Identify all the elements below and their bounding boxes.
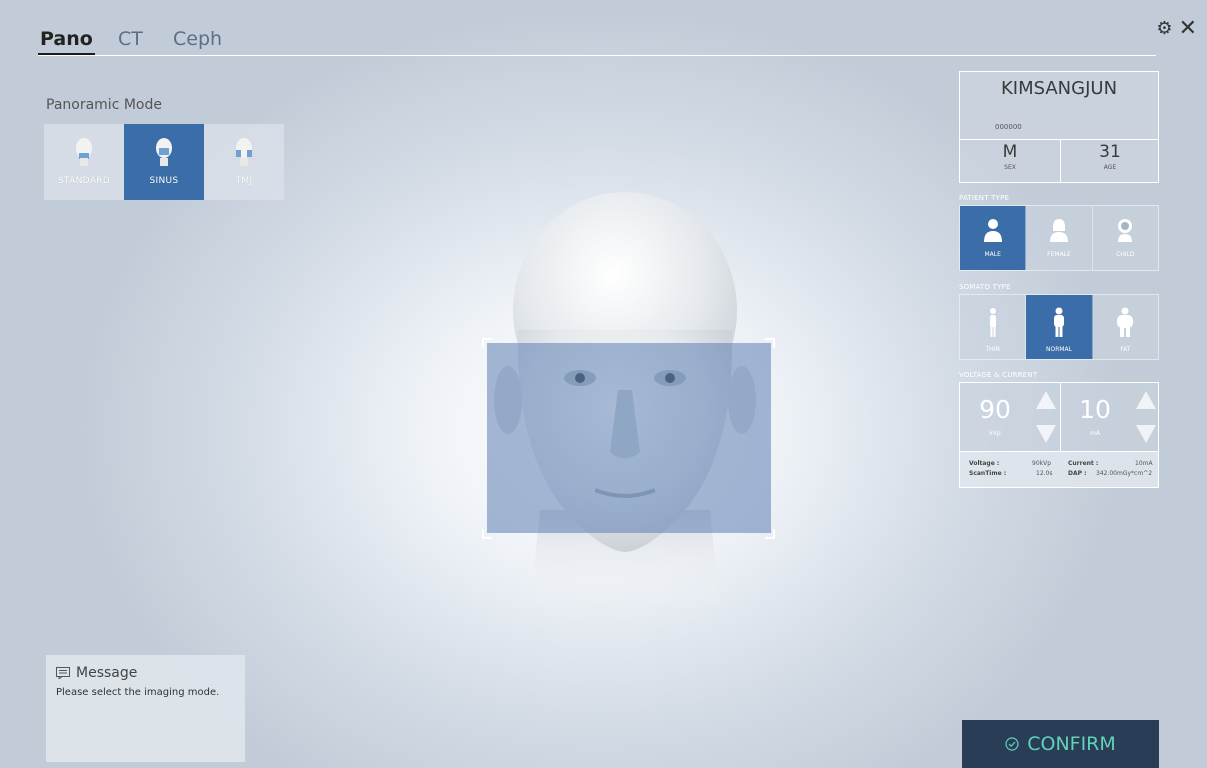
voltage-current-title: VOLTAGE & CURRENT bbox=[959, 371, 1038, 379]
ma-decrease-arrow-icon[interactable] bbox=[1136, 425, 1156, 443]
kvp-control: 90 kVp bbox=[960, 383, 1060, 451]
message-text: Please select the imaging mode. bbox=[56, 687, 220, 698]
tab-ct[interactable]: CT bbox=[118, 28, 143, 50]
dap-stat-label: DAP : bbox=[1068, 470, 1087, 477]
gear-icon[interactable]: ⚙ bbox=[1156, 18, 1172, 39]
patient-name: KIMSANGJUN bbox=[1000, 78, 1118, 99]
kvp-unit: kVp bbox=[989, 430, 1001, 437]
kvp-decrease-arrow-icon[interactable] bbox=[1036, 425, 1056, 443]
confirm-button[interactable]: CONFIRM bbox=[962, 720, 1159, 768]
exposure-stats: Voltage : 90kVp Current : 10mA ScanTime … bbox=[960, 451, 1158, 487]
somato-type-fat-button[interactable]: FAT bbox=[1093, 295, 1158, 359]
patient-type-male-label: MALE bbox=[984, 251, 1001, 258]
patient-type-child-label: CHILD bbox=[1116, 251, 1135, 258]
patient-info-card: KIMSANGJUN 000000 M SEX 31 AGE bbox=[959, 71, 1159, 183]
patient-type-male-button[interactable]: MALE bbox=[960, 206, 1027, 270]
mode-standard-button[interactable]: STANDARD bbox=[44, 124, 124, 200]
patient-sex-value: M bbox=[1002, 142, 1018, 162]
kvp-value: 90 bbox=[979, 395, 1011, 424]
panoramic-mode-selector: STANDARD SINUS TMJ bbox=[44, 124, 284, 200]
ma-value: 10 bbox=[1079, 395, 1111, 424]
normal-body-icon bbox=[1053, 307, 1064, 337]
message-panel: Message Please select the imaging mode. bbox=[46, 655, 245, 762]
scan-corner-top-left bbox=[482, 338, 492, 348]
male-icon bbox=[983, 219, 1002, 242]
patient-type-female-button[interactable]: FEMALE bbox=[1026, 206, 1093, 270]
somato-type-thin-button[interactable]: THIN bbox=[960, 295, 1027, 359]
close-icon[interactable]: ✕ bbox=[1179, 16, 1197, 41]
divider bbox=[960, 139, 1158, 140]
mode-tmj-button[interactable]: TMJ bbox=[204, 124, 284, 200]
patient-type-title: PATIENT TYPE bbox=[959, 194, 1010, 202]
voltage-current-panel: 90 kVp 10 mA Voltage : 90kVp Current : 1… bbox=[959, 382, 1159, 488]
scan-corner-bottom-right bbox=[765, 529, 775, 539]
scan-corner-top-right bbox=[765, 338, 775, 348]
message-icon bbox=[56, 667, 70, 679]
dap-stat-value: 342.00mGy*cm^2 bbox=[1096, 470, 1153, 477]
patient-id: 000000 bbox=[995, 123, 1022, 131]
mode-tmj-label: TMJ bbox=[235, 176, 253, 186]
patient-age: 31 AGE bbox=[1060, 142, 1160, 171]
message-title: Message bbox=[76, 665, 138, 681]
somato-type-selector: THIN NORMAL FAT bbox=[959, 294, 1159, 360]
current-stat-label: Current : bbox=[1068, 460, 1099, 467]
child-icon bbox=[1118, 219, 1133, 242]
patient-sex: M SEX bbox=[960, 142, 1060, 171]
patient-type-female-label: FEMALE bbox=[1047, 251, 1071, 258]
scan-corner-bottom-left bbox=[482, 529, 492, 539]
kvp-increase-arrow-icon[interactable] bbox=[1036, 391, 1056, 409]
voltage-stat-value: 90kVp bbox=[1032, 460, 1052, 467]
current-stat-value: 10mA bbox=[1135, 460, 1153, 467]
somato-type-title: SOMATO TYPE bbox=[959, 283, 1011, 291]
head-sinus-icon bbox=[156, 138, 172, 166]
patient-age-value: 31 bbox=[1099, 142, 1121, 162]
somato-type-thin-label: THIN bbox=[985, 346, 1000, 353]
ma-unit: mA bbox=[1090, 430, 1100, 437]
head-standard-icon bbox=[76, 138, 92, 166]
mode-tabs: Pano CT Ceph bbox=[38, 28, 1156, 56]
ma-increase-arrow-icon[interactable] bbox=[1136, 391, 1156, 409]
tab-ceph[interactable]: Ceph bbox=[173, 28, 222, 50]
confirm-label: CONFIRM bbox=[1027, 733, 1116, 755]
ma-control: 10 mA bbox=[1060, 383, 1160, 451]
patient-type-selector: MALE FEMALE CHILD bbox=[959, 205, 1159, 271]
mode-sinus-button[interactable]: SINUS bbox=[124, 124, 204, 200]
patient-age-label: AGE bbox=[1103, 164, 1117, 171]
somato-type-normal-label: NORMAL bbox=[1045, 346, 1072, 353]
mode-standard-label: STANDARD bbox=[58, 176, 110, 186]
patient-type-child-button[interactable]: CHILD bbox=[1093, 206, 1158, 270]
female-icon bbox=[1049, 219, 1068, 242]
window-controls: ⚙ ✕ bbox=[1156, 16, 1197, 41]
panoramic-mode-title: Panoramic Mode bbox=[46, 97, 162, 113]
voltage-stat-label: Voltage : bbox=[969, 460, 1000, 467]
thin-body-icon bbox=[989, 308, 996, 337]
scantime-stat-value: 12.0s bbox=[1036, 470, 1053, 477]
somato-type-normal-button[interactable]: NORMAL bbox=[1026, 295, 1093, 359]
message-title-row: Message bbox=[56, 665, 235, 681]
patient-sex-label: SEX bbox=[1004, 164, 1016, 171]
tab-pano[interactable]: Pano bbox=[38, 28, 95, 55]
scan-region-overlay bbox=[487, 343, 771, 533]
mode-sinus-label: SINUS bbox=[149, 176, 179, 186]
head-tmj-icon bbox=[236, 138, 252, 166]
fat-body-icon bbox=[1117, 307, 1134, 337]
check-circle-icon bbox=[1005, 737, 1019, 751]
somato-type-fat-label: FAT bbox=[1120, 346, 1131, 353]
scantime-stat-label: ScanTime : bbox=[969, 470, 1007, 477]
